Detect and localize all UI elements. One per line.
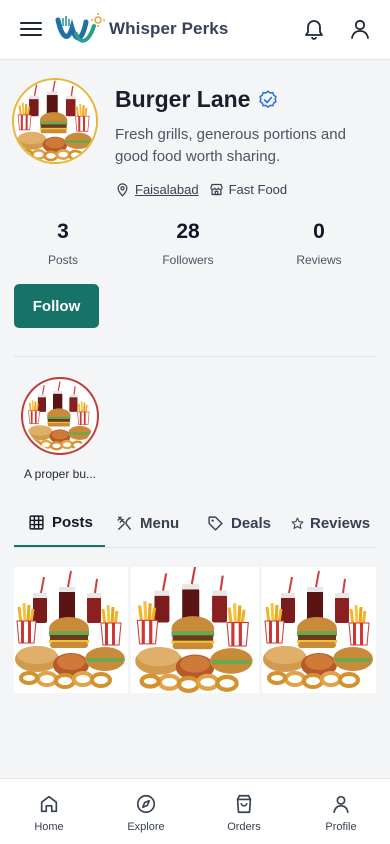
tab-menu[interactable]: Menu	[116, 500, 179, 547]
follow-button[interactable]: Follow	[14, 284, 99, 328]
tab-reviews-label: Reviews	[310, 515, 371, 532]
stat-reviews[interactable]: 0 Reviews	[264, 220, 374, 267]
post-thumbnail[interactable]	[131, 567, 259, 693]
nav-explore[interactable]: Explore	[106, 793, 186, 833]
stat-followers[interactable]: 28 Followers	[133, 220, 243, 267]
nav-profile[interactable]: Profile	[301, 793, 381, 833]
post-image	[262, 567, 376, 693]
nav-orders-label: Orders	[227, 821, 261, 833]
stat-followers-value: 28	[176, 220, 200, 243]
bell-icon[interactable]	[302, 17, 326, 41]
tab-menu-label: Menu	[140, 515, 180, 532]
tab-reviews[interactable]: Reviews	[291, 500, 370, 547]
bottom-navigation: Home Explore Orders Profile	[0, 778, 390, 844]
shopping-bag-icon	[236, 794, 252, 814]
location-link[interactable]: Faisalabad	[135, 182, 199, 197]
stat-posts-label: Posts	[47, 253, 78, 267]
stat-reviews-label: Reviews	[296, 253, 342, 267]
compass-icon	[136, 794, 156, 814]
post-image	[131, 567, 259, 693]
story-highlight[interactable]: A proper bu...	[18, 377, 102, 481]
store-meta: Faisalabad Fast Food	[115, 182, 287, 197]
home-icon	[40, 795, 58, 813]
store-tagline: Fresh grills, generous portions and good…	[115, 126, 346, 165]
nav-orders[interactable]: Orders	[204, 793, 284, 833]
user-icon	[333, 795, 349, 814]
brand-name: Whisper Perks	[109, 19, 229, 38]
tab-deals[interactable]: Deals	[207, 500, 271, 547]
tab-posts-label: Posts	[52, 514, 93, 531]
post-thumbnail[interactable]	[262, 567, 376, 693]
utensils-icon	[117, 516, 131, 530]
tab-deals-label: Deals	[231, 515, 272, 532]
store-logo-image	[14, 80, 96, 162]
highlight-ring	[21, 377, 99, 455]
user-icon[interactable]	[348, 17, 372, 41]
posts-grid	[14, 567, 376, 693]
stat-reviews-value: 0	[313, 220, 325, 243]
profile-tabs: Posts Menu Deals Reviews	[14, 500, 376, 548]
store-name: Burger Lane	[115, 86, 278, 113]
brand-logo[interactable]: Whisper Perks	[54, 12, 228, 46]
category-label: Fast Food	[228, 182, 288, 197]
store-name-text: Burger Lane	[115, 86, 251, 112]
highlight-image	[23, 379, 97, 453]
verified-badge-icon	[259, 89, 278, 108]
grid-icon	[29, 515, 44, 530]
tag-icon	[208, 516, 223, 531]
highlight-caption: A proper bu...	[23, 467, 97, 481]
stat-posts-value: 3	[57, 220, 69, 243]
logo-mark-icon	[55, 13, 105, 43]
store-icon	[209, 183, 223, 196]
avatar[interactable]	[12, 78, 98, 164]
map-pin-icon	[117, 183, 128, 197]
star-icon	[291, 517, 304, 529]
hamburger-icon[interactable]	[20, 18, 42, 40]
section-divider	[14, 356, 376, 357]
post-thumbnail[interactable]	[14, 567, 128, 693]
nav-profile-label: Profile	[325, 821, 357, 833]
post-image	[14, 567, 128, 693]
tab-posts[interactable]: Posts	[14, 500, 105, 547]
stat-posts[interactable]: 3 Posts	[8, 220, 118, 267]
stat-followers-label: Followers	[162, 253, 214, 267]
nav-explore-label: Explore	[127, 821, 165, 833]
nav-home-label: Home	[34, 821, 64, 833]
top-bar: Whisper Perks	[0, 0, 390, 60]
nav-home[interactable]: Home	[9, 793, 89, 833]
